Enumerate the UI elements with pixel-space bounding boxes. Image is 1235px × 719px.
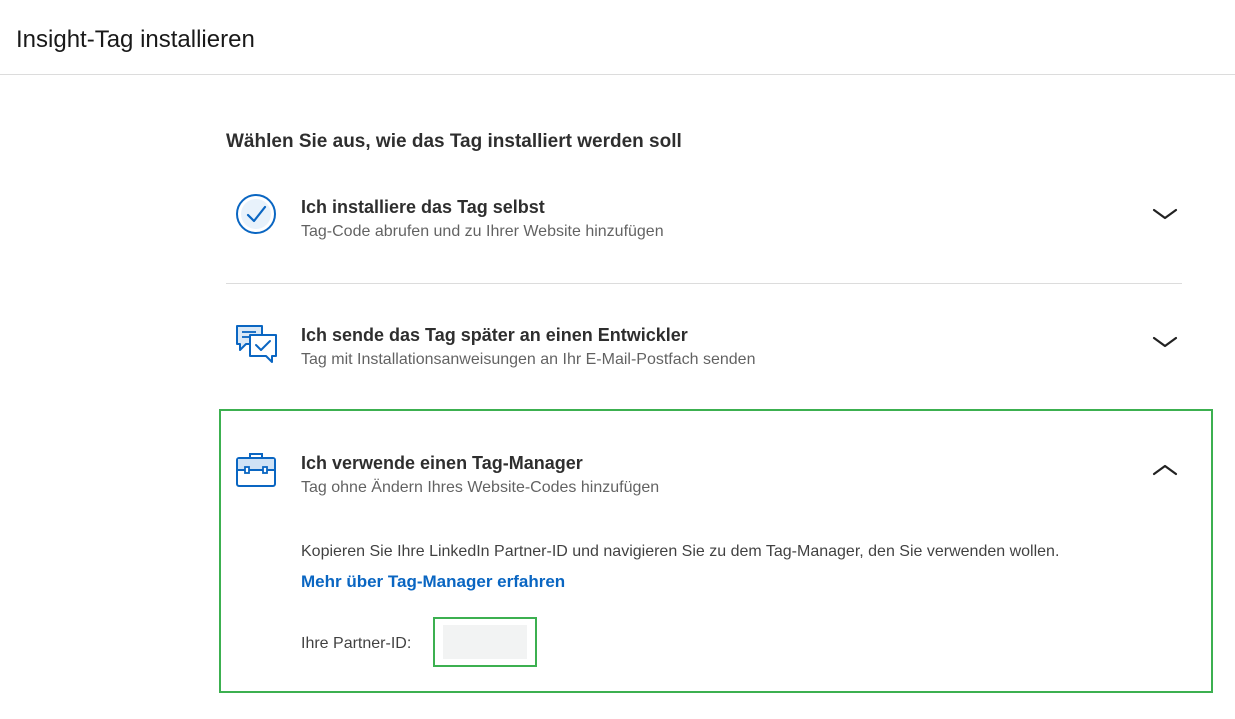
option-title: Ich verwende einen Tag-Manager	[301, 453, 583, 473]
chevron-down-icon[interactable]	[1150, 204, 1180, 224]
section-heading: Wählen Sie aus, wie das Tag installiert …	[226, 131, 682, 152]
option-self-install[interactable]: Ich installiere das Tag selbst Tag-Code …	[226, 192, 1182, 252]
tag-manager-description: Kopieren Sie Ihre LinkedIn Partner-ID un…	[301, 543, 1060, 560]
chat-check-icon	[234, 320, 278, 364]
option-title: Ich installiere das Tag selbst	[301, 197, 545, 217]
page: Insight-Tag installieren Wählen Sie aus,…	[0, 0, 1235, 719]
option-subtitle: Tag mit Installationsanweisungen an Ihr …	[301, 351, 756, 368]
option-tag-manager[interactable]: Ich verwende einen Tag-Manager Tag ohne …	[226, 448, 1182, 508]
chevron-up-icon[interactable]	[1150, 460, 1180, 480]
chevron-down-icon[interactable]	[1150, 332, 1180, 352]
divider	[226, 283, 1182, 284]
partner-id-value[interactable]	[443, 625, 527, 659]
partner-id-label: Ihre Partner-ID:	[301, 635, 412, 652]
option-send-developer[interactable]: Ich sende das Tag später an einen Entwic…	[226, 320, 1182, 380]
partner-id-highlight	[433, 617, 537, 667]
page-title: Insight-Tag installieren	[16, 26, 255, 53]
learn-more-link[interactable]: Mehr über Tag-Manager erfahren	[301, 571, 565, 593]
option-subtitle: Tag-Code abrufen und zu Ihrer Website hi…	[301, 223, 664, 240]
page-header: Insight-Tag installieren	[0, 0, 1235, 75]
briefcase-icon	[234, 448, 278, 492]
option-subtitle: Tag ohne Ändern Ihres Website-Codes hinz…	[301, 479, 660, 496]
check-circle-icon	[234, 192, 278, 236]
option-title: Ich sende das Tag später an einen Entwic…	[301, 325, 688, 345]
